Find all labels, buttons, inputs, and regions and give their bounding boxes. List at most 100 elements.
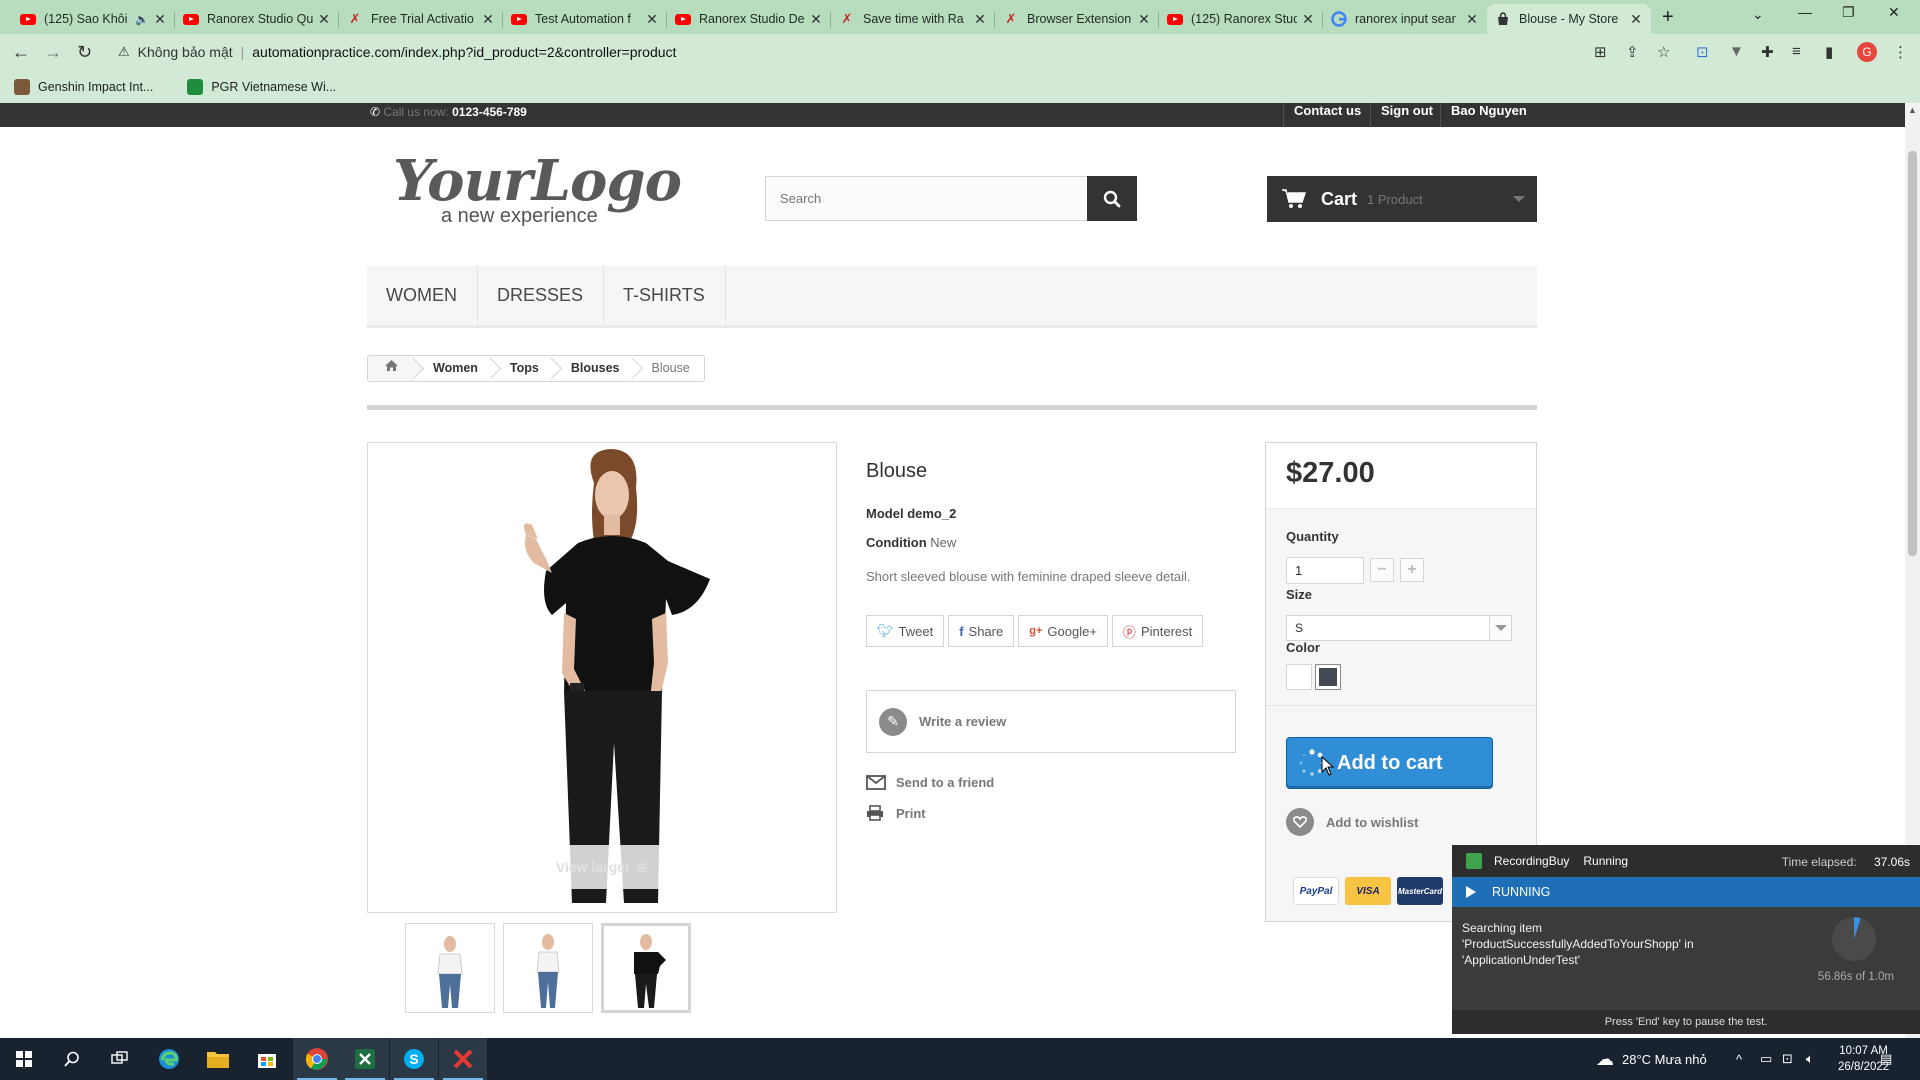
- browser-tab[interactable]: (125) Ranorex Stud ✕: [1159, 4, 1323, 34]
- back-button[interactable]: ←: [12, 42, 30, 63]
- translate-icon[interactable]: ⊞: [1594, 43, 1607, 61]
- task-view-button[interactable]: [96, 1038, 144, 1080]
- browser-tab[interactable]: (125) Sao Khôi 🔈 ✕: [12, 4, 175, 34]
- chrome-app[interactable]: [293, 1038, 341, 1080]
- sign-out-link[interactable]: Sign out: [1370, 103, 1443, 127]
- menu-item-women[interactable]: WOMEN: [367, 266, 478, 325]
- search-button[interactable]: [1087, 176, 1137, 221]
- size-select[interactable]: S: [1286, 615, 1512, 641]
- tray-chevron-icon[interactable]: ^: [1736, 1038, 1742, 1080]
- close-window-button[interactable]: ✕: [1888, 4, 1900, 21]
- close-tab-icon[interactable]: ✕: [1629, 11, 1643, 28]
- speaker-icon[interactable]: 🔈: [135, 13, 149, 26]
- quantity-label: Quantity: [1286, 529, 1339, 544]
- browser-tab-active[interactable]: Blouse - My Store ✕: [1487, 4, 1651, 34]
- heart-icon: [1286, 808, 1314, 836]
- skype-app[interactable]: S: [390, 1038, 438, 1080]
- close-tab-icon[interactable]: ✕: [1301, 11, 1315, 28]
- new-tab-button[interactable]: +: [1662, 6, 1674, 29]
- color-swatch-white[interactable]: [1286, 664, 1312, 690]
- restore-button[interactable]: ❐: [1842, 4, 1855, 21]
- close-tab-icon[interactable]: ✕: [973, 11, 987, 28]
- notifications-icon[interactable]: ▤: [1880, 1038, 1892, 1080]
- menu-item-tshirts[interactable]: T-SHIRTS: [604, 266, 726, 325]
- start-button[interactable]: [0, 1038, 48, 1080]
- windows-icon: [16, 1051, 32, 1067]
- tweet-button[interactable]: 🐦︎ Tweet: [866, 615, 945, 647]
- volume-icon[interactable]: 🔈︎: [1806, 1038, 1814, 1080]
- contact-us-link[interactable]: Contact us: [1283, 103, 1371, 127]
- menu-item-dresses[interactable]: DRESSES: [478, 266, 605, 325]
- view-larger-button[interactable]: View larger ⊕: [533, 845, 671, 889]
- print-link[interactable]: Print: [866, 805, 926, 821]
- share-icon[interactable]: ⇪: [1626, 43, 1639, 61]
- tab-search-icon[interactable]: ⌄: [1752, 6, 1764, 23]
- color-swatch-dark[interactable]: [1315, 664, 1341, 690]
- browser-tab[interactable]: ranorex input sear ✕: [1323, 4, 1487, 34]
- browser-tab[interactable]: ✗ Free Trial Activatio ✕: [339, 4, 503, 34]
- close-tab-icon[interactable]: ✕: [809, 11, 823, 28]
- pinterest-button[interactable]: ⓟ Pinterest: [1111, 615, 1204, 647]
- quantity-minus-button[interactable]: −: [1370, 558, 1394, 582]
- minimize-button[interactable]: —: [1798, 4, 1812, 20]
- browser-tab[interactable]: Test Automation f ✕: [503, 4, 667, 34]
- quantity-input[interactable]: 1: [1286, 557, 1364, 584]
- close-tab-icon[interactable]: ✕: [153, 11, 167, 28]
- reading-list-icon[interactable]: ≡: [1792, 43, 1801, 60]
- ranorex-app[interactable]: [439, 1038, 487, 1080]
- side-panel-icon[interactable]: ▮: [1825, 43, 1833, 61]
- close-tab-icon[interactable]: ✕: [1465, 11, 1479, 28]
- browser-tab[interactable]: Ranorex Studio Qu ✕: [175, 4, 339, 34]
- close-tab-icon[interactable]: ✕: [481, 11, 495, 28]
- close-tab-icon[interactable]: ✕: [1137, 11, 1151, 28]
- add-to-wishlist-link[interactable]: Add to wishlist: [1286, 808, 1418, 836]
- scrollbar-thumb[interactable]: [1908, 151, 1917, 556]
- warning-icon[interactable]: ⚠: [118, 44, 130, 60]
- reload-button[interactable]: ↻: [77, 42, 92, 63]
- profile-avatar[interactable]: G: [1857, 42, 1877, 62]
- breadcrumb-women[interactable]: Women: [415, 356, 492, 381]
- extension-v-icon[interactable]: ▼: [1729, 43, 1744, 60]
- cart-button[interactable]: Cart 1 Product: [1267, 176, 1537, 222]
- extensions-puzzle-icon[interactable]: ✚: [1761, 43, 1774, 61]
- translator-extension-icon[interactable]: ⊡: [1696, 43, 1709, 61]
- write-review-button[interactable]: ✎ Write a review: [866, 690, 1236, 753]
- browser-tab[interactable]: ✗ Save time with Ra ✕: [831, 4, 995, 34]
- social-share: 🐦︎ Tweet f Share g+ Google+ ⓟ Pinterest: [866, 615, 1207, 647]
- thumbnail[interactable]: [405, 923, 495, 1013]
- edge-app[interactable]: [145, 1038, 193, 1080]
- address-bar[interactable]: ⚠ Không bảo mật | automationpractice.com…: [108, 37, 1653, 67]
- search-taskbar-button[interactable]: [48, 1038, 96, 1080]
- url-text[interactable]: automationpractice.com/index.php?id_prod…: [252, 44, 676, 60]
- quantity-plus-button[interactable]: +: [1400, 558, 1424, 582]
- browser-tab[interactable]: ✗ Browser Extension ✕: [995, 4, 1159, 34]
- share-button[interactable]: f Share: [948, 615, 1015, 647]
- file-explorer-app[interactable]: [194, 1038, 242, 1080]
- close-tab-icon[interactable]: ✕: [645, 11, 659, 28]
- security-label[interactable]: Không bảo mật: [138, 44, 233, 60]
- thumbnail-selected[interactable]: [601, 923, 691, 1013]
- scroll-up-icon[interactable]: ▲: [1908, 105, 1917, 115]
- close-tab-icon[interactable]: ✕: [317, 11, 331, 28]
- thumbnail[interactable]: [503, 923, 593, 1013]
- send-to-friend-link[interactable]: Send to a friend: [866, 775, 994, 790]
- add-to-cart-button[interactable]: Add to cart: [1286, 737, 1493, 789]
- breadcrumb-blouses[interactable]: Blouses: [553, 356, 634, 381]
- home-icon[interactable]: [368, 356, 415, 381]
- weather-widget[interactable]: ☁ 28°C Mưa nhỏ: [1596, 1038, 1707, 1080]
- account-link[interactable]: Bao Nguyen: [1440, 103, 1537, 127]
- product-image[interactable]: [367, 442, 837, 913]
- excel-app[interactable]: [341, 1038, 389, 1080]
- bookmark-item[interactable]: Genshin Impact Int...: [14, 78, 153, 95]
- search-input[interactable]: [766, 177, 1087, 220]
- store-logo[interactable]: YourLogo a new experience: [393, 151, 683, 231]
- more-menu-icon[interactable]: ⋮: [1893, 43, 1908, 61]
- store-app[interactable]: [243, 1038, 291, 1080]
- google-plus-button[interactable]: g+ Google+: [1018, 615, 1108, 647]
- bookmark-item[interactable]: PGR Vietnamese Wi...: [187, 78, 336, 95]
- browser-tab[interactable]: Ranorex Studio De ✕: [667, 4, 831, 34]
- bookmark-star-icon[interactable]: ☆: [1657, 43, 1670, 61]
- battery-icon[interactable]: ▭: [1760, 1038, 1772, 1080]
- forward-button[interactable]: →: [44, 42, 62, 63]
- network-icon[interactable]: ⊡: [1782, 1038, 1793, 1080]
